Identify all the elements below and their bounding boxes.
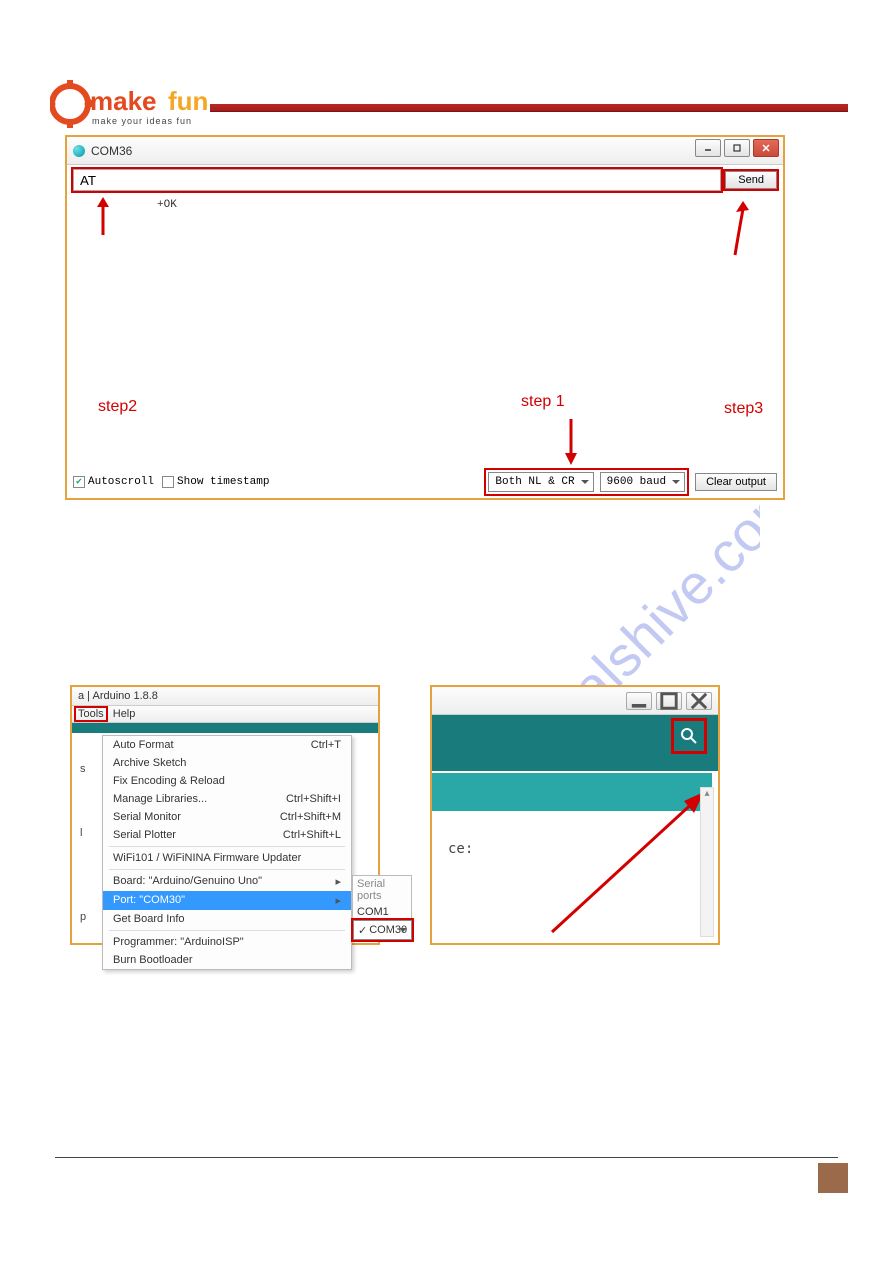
svg-text:make your ideas fun: make your ideas fun: [92, 116, 192, 126]
arduino-tools-menu-screenshot: a | Arduino 1.8.8 Tools Help s l p Auto …: [70, 685, 380, 945]
serial-output: +OK: [67, 195, 783, 455]
sm-com30[interactable]: ✓COM30: [353, 920, 412, 940]
mi-fix-encoding[interactable]: Fix Encoding & Reload: [103, 772, 351, 790]
window-buttons: [695, 139, 779, 157]
footer-rule: [55, 1157, 838, 1158]
port-submenu: Serial ports COM1 ✓COM30: [352, 875, 412, 941]
svg-text:e: e: [64, 91, 76, 116]
mi-serial-plotter[interactable]: Serial PlotterCtrl+Shift+L: [103, 826, 351, 844]
menubar: Tools Help: [72, 706, 378, 723]
callout-step2: step2: [98, 398, 137, 416]
mi-serial-monitor[interactable]: Serial MonitorCtrl+Shift+M: [103, 808, 351, 826]
line-ending-select[interactable]: Both NL & CR: [488, 472, 593, 492]
svg-text:fun: fun: [168, 86, 208, 116]
window-title: COM36: [91, 144, 132, 158]
mi-auto-format[interactable]: Auto FormatCtrl+T: [103, 736, 351, 754]
send-button[interactable]: Send: [725, 171, 777, 189]
autoscroll-label: Autoscroll: [88, 476, 154, 488]
show-timestamp-label: Show timestamp: [177, 476, 269, 488]
serial-monitor-window: COM36 Send +OK ✔ Autoscroll Show timesta…: [65, 135, 785, 500]
arrow-icon: [93, 197, 113, 237]
serial-monitor-icon[interactable]: [674, 721, 704, 751]
header-red-bar: [210, 104, 848, 112]
mi-archive[interactable]: Archive Sketch: [103, 754, 351, 772]
toolbar-strip: [72, 723, 378, 733]
mi-programmer[interactable]: Programmer: "ArduinoISP": [103, 933, 351, 951]
mi-burn[interactable]: Burn Bootloader: [103, 951, 351, 969]
maximize-button[interactable]: [724, 139, 750, 157]
callout-step1: step 1: [521, 393, 565, 411]
close-button[interactable]: [753, 139, 779, 157]
serial-input[interactable]: [73, 169, 721, 191]
titlebar: [432, 687, 718, 715]
mi-get-board-info[interactable]: Get Board Info: [103, 910, 351, 928]
ide-title: a | Arduino 1.8.8: [72, 687, 378, 706]
output-line: +OK: [157, 199, 177, 211]
serial-monitor-icon-screenshot: ce: ▴: [430, 685, 720, 945]
mi-port[interactable]: Port: "COM30": [103, 891, 351, 910]
titlebar: COM36: [67, 137, 783, 165]
show-timestamp-checkbox[interactable]: Show timestamp: [162, 476, 269, 488]
arrow-icon: [561, 417, 581, 465]
close-button[interactable]: [686, 692, 712, 710]
arduino-icon: [73, 145, 85, 157]
serial-footer: ✔ Autoscroll Show timestamp Both NL & CR…: [73, 470, 777, 494]
sm-header: Serial ports: [353, 876, 411, 904]
mi-board[interactable]: Board: "Arduino/Genuino Uno": [103, 872, 351, 891]
baud-select[interactable]: 9600 baud: [600, 472, 685, 492]
logo: e make fun make your ideas fun: [50, 74, 235, 134]
page-marker: [818, 1163, 848, 1193]
svg-text:make: make: [90, 86, 157, 116]
tools-dropdown: Auto FormatCtrl+T Archive Sketch Fix Enc…: [102, 735, 352, 970]
vertical-scrollbar[interactable]: ▴: [700, 787, 714, 937]
menu-help[interactable]: Help: [113, 708, 136, 720]
mi-wifi-updater[interactable]: WiFi101 / WiFiNINA Firmware Updater: [103, 849, 351, 867]
clear-output-button[interactable]: Clear output: [695, 473, 777, 491]
ide-toolbar: [432, 715, 718, 771]
mi-manage-libs[interactable]: Manage Libraries...Ctrl+Shift+I: [103, 790, 351, 808]
sm-com1[interactable]: COM1: [353, 904, 411, 920]
minimize-button[interactable]: [695, 139, 721, 157]
arrow-icon: [729, 201, 751, 259]
arrow-icon: [542, 787, 712, 937]
menu-tools[interactable]: Tools: [76, 708, 106, 720]
minimize-button[interactable]: [626, 692, 652, 710]
callout-step3: step3: [724, 400, 763, 418]
maximize-button[interactable]: [656, 692, 682, 710]
autoscroll-checkbox[interactable]: ✔ Autoscroll: [73, 476, 154, 488]
